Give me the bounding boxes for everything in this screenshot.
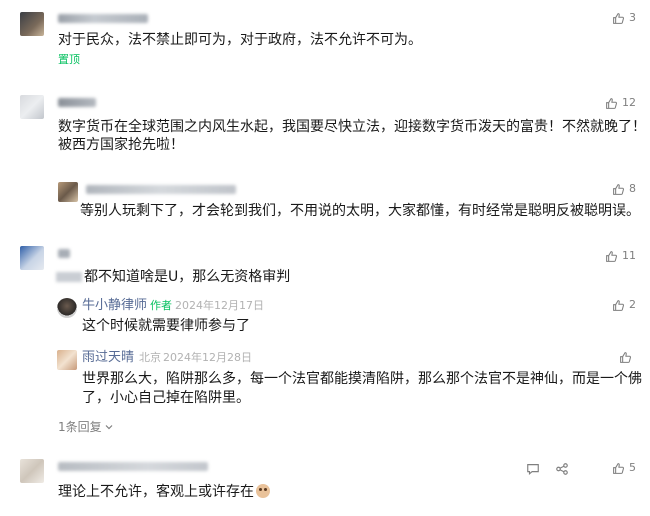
comment-text-content: 理论上不允许，客观上或许存在: [58, 484, 254, 500]
avatar[interactable]: [57, 350, 77, 370]
reply-author-name[interactable]: 雨过天晴: [82, 350, 134, 366]
thumbs-up-icon: [620, 351, 632, 363]
avatar[interactable]: [58, 182, 78, 202]
reply-text: 这个时候就需要律师参与了: [82, 318, 250, 334]
like-count: 5: [629, 461, 636, 474]
like-button[interactable]: 12: [605, 95, 636, 111]
like-count: 2: [629, 298, 636, 311]
comment-text: 对于民众，法不禁止即可为，对于政府，法不允许不可为。: [58, 32, 422, 48]
like-count: 3: [629, 11, 636, 24]
pinned-badge: 置顶: [58, 53, 80, 66]
thumbs-up-icon: [606, 97, 618, 109]
username-blurred[interactable]: [58, 249, 70, 258]
comment-text: 都不知道啥是U，那么无资格审判: [56, 265, 290, 289]
reply-author-name[interactable]: 牛小静律师: [82, 298, 147, 314]
comment-icon: [527, 464, 539, 476]
avatar[interactable]: [20, 246, 44, 270]
like-button[interactable]: 3: [612, 10, 636, 26]
like-count: 8: [629, 182, 636, 195]
thumbs-up-icon: [613, 183, 625, 195]
reply-date: 2024年12月17日: [175, 299, 264, 312]
blurred-mention: [56, 272, 82, 282]
thumbs-up-icon: [613, 12, 625, 24]
like-button[interactable]: 5: [612, 460, 636, 476]
reply-location: 北京: [139, 351, 161, 364]
avatar[interactable]: [20, 12, 44, 36]
like-count: 12: [622, 96, 636, 109]
comment-text-line-2: 被西方国家抢先啦！: [58, 137, 184, 153]
thumbs-up-icon: [606, 250, 618, 262]
username-blurred[interactable]: [58, 14, 148, 23]
avatar[interactable]: [20, 95, 44, 119]
like-button[interactable]: 8: [612, 181, 636, 197]
reply-text-line-2: 了，小心自己掉在陷阱里。: [82, 390, 250, 406]
username-blurred[interactable]: [58, 98, 96, 107]
expand-replies-button[interactable]: 1条回复: [58, 419, 114, 435]
avatar[interactable]: [20, 459, 44, 483]
avatar[interactable]: [57, 298, 77, 318]
share-icon: [556, 463, 568, 475]
emoji-icon: [256, 484, 270, 498]
author-tag: 作者: [150, 299, 172, 312]
share-button[interactable]: [555, 461, 569, 480]
comment-text-content: 都不知道啥是U，那么无资格审判: [84, 269, 291, 285]
comment-section: 3 对于民众，法不禁止即可为，对于政府，法不允许不可为。 置顶 12 数字货币在…: [0, 0, 650, 516]
thumbs-up-icon: [613, 462, 625, 474]
reply-date: 2024年12月28日: [163, 351, 252, 364]
username-blurred[interactable]: [86, 185, 236, 194]
comment-button[interactable]: [526, 461, 540, 480]
comment-text: 理论上不允许，客观上或许存在: [58, 480, 270, 504]
chevron-down-icon: [105, 425, 113, 430]
thumbs-up-icon: [613, 299, 625, 311]
like-button[interactable]: [619, 349, 632, 365]
like-button[interactable]: 2: [612, 297, 636, 313]
reply-text: 等别人玩剩下了，才会轮到我们，不用说的太明，大家都懂，有时经常是聪明反被聪明误。: [80, 203, 640, 219]
username-blurred[interactable]: [58, 462, 208, 471]
like-count: 11: [622, 249, 636, 262]
like-button[interactable]: 11: [605, 248, 636, 264]
expand-replies-label: 1条回复: [58, 420, 102, 434]
